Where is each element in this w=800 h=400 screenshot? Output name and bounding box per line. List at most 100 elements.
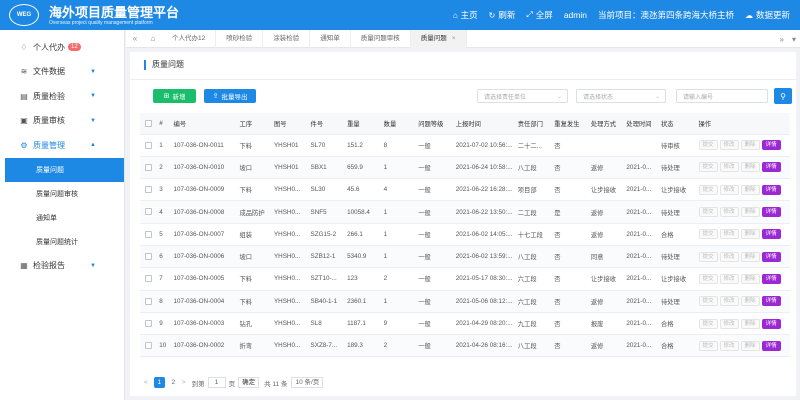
edit-button[interactable]: 修改 [719, 162, 739, 173]
delete-button[interactable]: 删除 [740, 273, 760, 284]
sidebar-item-quality-management[interactable]: ⚙ 质量管理 ▲ [0, 133, 124, 158]
delete-button[interactable]: 删除 [740, 140, 760, 151]
row-checkbox-cell[interactable] [140, 223, 155, 246]
submit-button[interactable]: 提交 [698, 340, 718, 351]
sidebar-item-files[interactable]: ≋ 文件数据 ▼ [0, 60, 124, 85]
status-select[interactable]: 请选择状态 ⌄ [576, 89, 666, 103]
confirm-jump-button[interactable]: 确定 [238, 377, 260, 388]
sidebar-subitem-quality-issues[interactable]: 质量问题 [5, 157, 124, 182]
checkbox[interactable] [145, 297, 152, 305]
sidebar-item-todo[interactable]: ♢ 个人代办 12 [0, 35, 124, 60]
page-1-button[interactable]: 1 [153, 377, 165, 388]
tab-issue-review[interactable]: 质量问题审核 [351, 29, 411, 48]
home-button[interactable]: ⌂ 主页 [453, 9, 478, 21]
detail-button[interactable]: 详情 [761, 296, 781, 307]
delete-button[interactable]: 删除 [740, 251, 760, 262]
refresh-button[interactable]: ↻ 刷新 [489, 9, 516, 21]
detail-button[interactable]: 详情 [761, 251, 781, 262]
select-all-checkbox[interactable] [140, 113, 155, 135]
checkbox[interactable] [145, 342, 152, 350]
checkbox[interactable] [145, 253, 152, 261]
detail-button[interactable]: 详情 [761, 273, 781, 284]
detail-button[interactable]: 详情 [761, 318, 781, 329]
fullscreen-button[interactable]: ⤢ 全屏 [526, 9, 552, 21]
checkbox[interactable] [145, 230, 152, 238]
edit-button[interactable]: 修改 [719, 140, 739, 151]
home-tab-icon[interactable]: ⌂ [144, 34, 162, 43]
row-checkbox-cell[interactable] [140, 245, 155, 269]
edit-button[interactable]: 修改 [719, 318, 739, 329]
submit-button[interactable]: 提交 [698, 273, 718, 284]
sidebar-item-reports[interactable]: ▦ 检验报告 ▼ [0, 254, 124, 279]
add-button[interactable]: ⊞ 新增 [153, 89, 196, 103]
current-project[interactable]: 当前项目：澳氹第四条跨海大桥主桥 [598, 9, 734, 21]
tab-quality-issues[interactable]: 质量问题 × [410, 29, 467, 48]
row-checkbox-cell[interactable] [140, 290, 155, 313]
detail-button[interactable]: 详情 [761, 140, 781, 151]
responsible-unit-select[interactable]: 请选择责任单位 ⌄ [477, 89, 568, 103]
submit-button[interactable]: 提交 [698, 296, 718, 307]
submit-button[interactable]: 提交 [698, 229, 718, 240]
page-2-button[interactable]: 2 [168, 377, 179, 388]
delete-button[interactable]: 删除 [740, 207, 760, 218]
edit-button[interactable]: 修改 [719, 229, 739, 240]
detail-button[interactable]: 详情 [761, 207, 781, 218]
delete-button[interactable]: 删除 [740, 162, 760, 173]
delete-button[interactable]: 删除 [740, 296, 760, 307]
checkbox[interactable] [145, 208, 152, 216]
detail-button[interactable]: 详情 [761, 340, 781, 351]
checkbox[interactable] [145, 186, 152, 194]
checkbox[interactable] [145, 319, 152, 327]
detail-button[interactable]: 详情 [761, 162, 781, 173]
tab-blast-inspection[interactable]: 喷砂检验 [216, 29, 264, 48]
sidebar-subitem-notice[interactable]: 通知单 [0, 206, 124, 230]
batch-export-button[interactable]: ⇪ 批量导出 [204, 89, 256, 103]
edit-button[interactable]: 修改 [719, 296, 739, 307]
page-jump-input[interactable]: 1 [207, 377, 226, 388]
tab-coating-inspection[interactable]: 涂装检验 [263, 29, 311, 48]
edit-button[interactable]: 修改 [719, 184, 739, 195]
code-search-input[interactable]: 请输入编号 [676, 89, 768, 103]
row-checkbox-cell[interactable] [140, 156, 155, 180]
row-checkbox-cell[interactable] [140, 312, 155, 336]
user-menu[interactable]: admin [564, 10, 587, 20]
page-size-select[interactable]: 10 条/页 [291, 377, 324, 388]
detail-button[interactable]: 详情 [761, 229, 781, 240]
prev-page-button[interactable]: < [144, 379, 148, 386]
edit-button[interactable]: 修改 [719, 207, 739, 218]
sidebar-subitem-issue-review[interactable]: 质量问题审核 [0, 182, 124, 206]
tabs-scroll-right-icon[interactable]: » [780, 35, 784, 44]
row-checkbox-cell[interactable] [140, 134, 155, 157]
checkbox[interactable] [145, 275, 152, 283]
edit-button[interactable]: 修改 [719, 340, 739, 351]
close-icon[interactable]: × [452, 35, 456, 42]
delete-button[interactable]: 删除 [740, 184, 760, 195]
edit-button[interactable]: 修改 [719, 251, 739, 262]
delete-button[interactable]: 删除 [740, 229, 760, 240]
sidebar-subitem-issue-stats[interactable]: 质量问题统计 [0, 230, 124, 254]
delete-button[interactable]: 删除 [740, 318, 760, 329]
detail-button[interactable]: 详情 [761, 184, 781, 195]
row-checkbox-cell[interactable] [140, 334, 155, 358]
delete-button[interactable]: 删除 [740, 340, 760, 351]
edit-button[interactable]: 修改 [719, 273, 739, 284]
submit-button[interactable]: 提交 [698, 140, 718, 151]
tabs-menu-icon[interactable]: ▾ [792, 35, 796, 44]
checkbox[interactable] [145, 163, 152, 171]
search-button[interactable]: ⚲ [774, 88, 792, 104]
sidebar-item-inspection[interactable]: ▤ 质量检验 ▼ [0, 84, 124, 109]
tab-notice[interactable]: 通知单 [310, 29, 351, 48]
submit-button[interactable]: 提交 [698, 184, 718, 195]
row-checkbox-cell[interactable] [140, 178, 155, 202]
row-checkbox-cell[interactable] [140, 267, 155, 291]
row-checkbox-cell[interactable] [140, 200, 155, 224]
submit-button[interactable]: 提交 [698, 318, 718, 329]
submit-button[interactable]: 提交 [698, 251, 718, 262]
tab-todo[interactable]: 个人代办12 [162, 29, 217, 48]
checkbox[interactable] [145, 119, 152, 127]
data-update-button[interactable]: ☁ 数据更新 [745, 9, 790, 21]
submit-button[interactable]: 提交 [698, 207, 718, 218]
next-page-button[interactable]: > [182, 379, 186, 386]
tabs-scroll-left-icon[interactable]: « [126, 34, 144, 43]
submit-button[interactable]: 提交 [698, 162, 718, 173]
